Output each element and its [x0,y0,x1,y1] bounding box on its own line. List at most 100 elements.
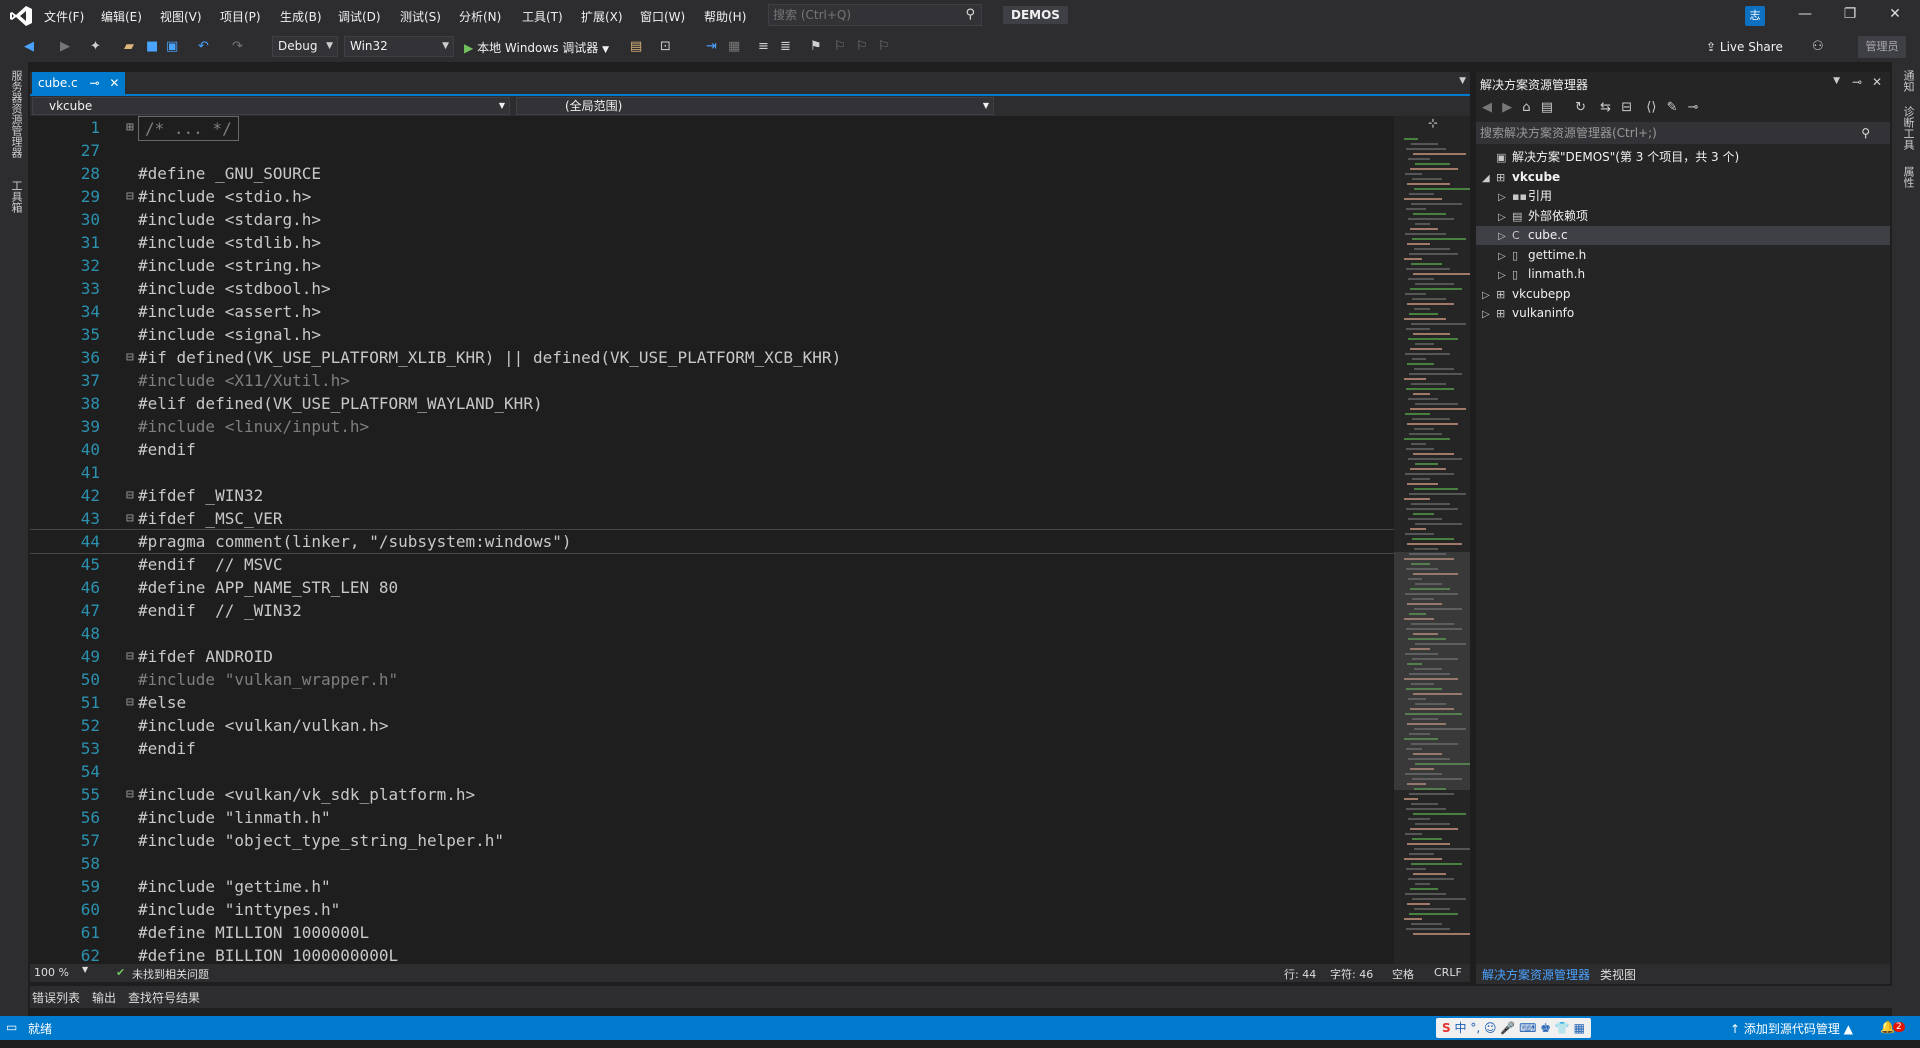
start-debugging-button[interactable]: ▶ 本地 Windows 调试器 ▼ [464,39,609,56]
home-icon[interactable]: ⌂ [1522,100,1530,115]
tab-class-view[interactable]: 类视图 [1600,966,1636,983]
scrollbar-minimap[interactable]: ⊹ [1394,116,1470,964]
code-line[interactable]: 52 #include <vulkan/vulkan.h> [30,714,1394,737]
menu-debug[interactable]: 调试(D) [338,8,381,25]
tree-item[interactable]: ▷ ⊞ vkcubepp [1482,285,1571,304]
collapse-region-icon[interactable]: ⊟ [126,691,134,714]
code-line[interactable]: 30 #include <stdarg.h> [30,208,1394,231]
ime-toolbar[interactable]: S 中 °, ☺ 🎤 ⌨ ♚ 👕 ▦ [1436,1018,1591,1038]
zoom-level[interactable]: 100 % [34,966,69,979]
save-all-icon[interactable]: ▣ [166,39,178,54]
menu-tools[interactable]: 工具(T) [522,8,563,25]
expand-region-icon[interactable]: ⊞ [126,116,134,139]
code-line[interactable]: 37 #include <X11/Xutil.h> [30,369,1394,392]
outdent-icon[interactable]: ≣ [780,39,791,54]
code-line[interactable]: 54 [30,760,1394,783]
code-line[interactable]: 49 ⊟ #ifdef ANDROID [30,645,1394,668]
tree-item[interactable]: ▷ ▤ 外部依赖项 [1498,207,1588,226]
save-icon[interactable]: ■ [146,39,158,54]
visual-studio-logo-icon[interactable] [10,6,32,26]
sync-icon[interactable]: ⇆ [1600,100,1611,115]
tab-error-list[interactable]: 错误列表 [32,989,80,1006]
code-line[interactable]: 51 ⊟ #else [30,691,1394,714]
prev-bookmark-icon[interactable]: ⚐ [834,39,846,54]
indent-icon[interactable]: ≡ [758,39,769,54]
code-line[interactable]: 61 #define MILLION 1000000L [30,921,1394,944]
code-line[interactable]: 50 #include "vulkan_wrapper.h" [30,668,1394,691]
code-line[interactable]: 38 #elif defined(VK_USE_PLATFORM_WAYLAND_… [30,392,1394,415]
code-line[interactable]: 1 ⊞/* ... */ [30,116,1394,141]
tree-item[interactable]: ▷ Ccube.c [1476,226,1890,245]
toolbox-tab[interactable]: 工具箱 [8,180,24,213]
show-all-files-icon[interactable]: ⟨⟩ [1646,100,1656,115]
code-line[interactable]: 47 #endif // _WIN32 [30,599,1394,622]
configuration-select[interactable]: Debug ▼ [272,36,338,57]
code-line[interactable]: 35 #include <signal.h> [30,323,1394,346]
close-icon[interactable]: ✕ [1872,75,1882,89]
feedback-icon[interactable]: ⚇ [1812,39,1824,54]
code-line[interactable]: 53 #endif [30,737,1394,760]
bookmark-icon[interactable]: ⚑ [810,39,822,54]
step-icon[interactable]: ⇥ [706,39,717,54]
code-line[interactable]: 31 #include <stdlib.h> [30,231,1394,254]
expand-arrow-icon[interactable]: ▷ [1482,286,1496,305]
properties-icon[interactable]: ✎ [1667,100,1678,115]
preview-icon[interactable]: ⊸ [1688,100,1699,115]
platform-select[interactable]: Win32 ▼ [344,36,454,57]
back-icon[interactable]: ◀ [24,39,34,54]
keyboard-icon[interactable]: ⌨ [1519,1021,1536,1035]
code-line[interactable]: 55 ⊟ #include <vulkan/vk_sdk_platform.h> [30,783,1394,806]
code-line[interactable]: 48 [30,622,1394,645]
collapse-region-icon[interactable]: ⊟ [126,783,134,806]
collapse-region-icon[interactable]: ⊟ [126,645,134,668]
code-editor[interactable]: 1 ⊞/* ... */27 28 #define _GNU_SOURCE 29 ⊟ #in… [30,116,1394,964]
menu-build[interactable]: 生成(B) [280,8,322,25]
panel-menu-icon[interactable]: ▼ [1833,76,1840,86]
collapse-all-icon[interactable]: ⊟ [1621,100,1632,115]
code-line[interactable]: 34 #include <assert.h> [30,300,1394,323]
collapse-region-icon[interactable]: ⊟ [126,185,134,208]
code-line[interactable]: 46 #define APP_NAME_STR_LEN 80 [30,576,1394,599]
code-line[interactable]: 40 #endif [30,438,1394,461]
code-line[interactable]: 28 #define _GNU_SOURCE [30,162,1394,185]
code-line[interactable]: 29 ⊟ #include <stdio.h> [30,185,1394,208]
issues-status[interactable]: 未找到相关问题 [132,966,209,982]
tree-item[interactable]: ▷ ▯ linmath.h [1498,265,1585,284]
code-line[interactable]: 39 #include <linux/input.h> [30,415,1394,438]
properties-tab[interactable]: 属性 [1900,166,1916,188]
grid-icon[interactable]: ▦ [728,39,740,54]
clear-bookmarks-icon[interactable]: ⚐ [878,39,890,54]
redo-icon[interactable]: ↷ [232,39,243,54]
menu-edit[interactable]: 编辑(E) [101,8,142,25]
code-line[interactable]: 41 [30,461,1394,484]
expand-arrow-icon[interactable]: ▷ [1498,247,1512,266]
close-icon[interactable]: ✕ [109,76,119,90]
scope-dropdown[interactable]: (全局范围) ▼ [516,97,994,115]
menu-view[interactable]: 视图(V) [160,8,202,25]
code-line[interactable]: 56 #include "linmath.h" [30,806,1394,829]
expand-arrow-icon[interactable]: ▷ [1498,208,1512,227]
menu-test[interactable]: 测试(S) [400,8,441,25]
code-line[interactable]: 59 #include "gettime.h" [30,875,1394,898]
forward-icon[interactable]: ▶ [1502,100,1512,115]
skin-icon[interactable]: 👕 [1555,1021,1570,1035]
menu-analyze[interactable]: 分析(N) [459,8,501,25]
tree-item[interactable]: ▣ 解决方案"DEMOS"(第 3 个项目，共 3 个) [1482,148,1739,167]
open-folder-icon[interactable]: ▰ [124,39,134,54]
expand-arrow-icon[interactable]: ▷ [1498,266,1512,285]
server-explorer-tab[interactable]: 服务器资源管理器 [8,70,24,158]
pending-changes-icon[interactable]: ↻ [1575,100,1586,115]
tab-output[interactable]: 输出 [92,989,116,1006]
pin-icon[interactable]: ⊸ [1852,75,1862,89]
microphone-icon[interactable]: 🎤 [1500,1021,1515,1035]
expand-arrow-icon[interactable]: ▷ [1498,188,1512,207]
browse-icon[interactable]: ▤ [630,39,642,54]
diagnostic-tools-tab[interactable]: 诊断工具 [1900,106,1916,150]
undo-icon[interactable]: ↶ [198,39,209,54]
menu-file[interactable]: 文件(F) [44,8,84,25]
collapse-region-icon[interactable]: ⊟ [126,346,134,369]
menu-extensions[interactable]: 扩展(X) [581,8,623,25]
tree-item[interactable]: ▷ ▯ gettime.h [1498,246,1586,265]
source-control-button[interactable]: ↑ 添加到源代码管理 ▲ [1730,1020,1853,1037]
code-line[interactable]: 58 [30,852,1394,875]
